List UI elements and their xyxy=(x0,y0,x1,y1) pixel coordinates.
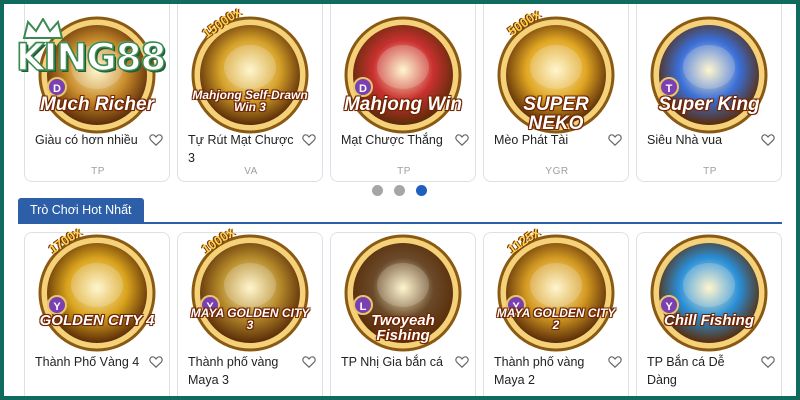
game-card[interactable]: 1000x Y MAYA GOLDEN CITY 3 Thành phố vàng M… xyxy=(177,224,323,396)
carousel-dot[interactable] xyxy=(372,185,383,196)
game-name[interactable]: Mạt Chược Thắng xyxy=(341,131,451,149)
game-thumbnail[interactable]: 1000x Y MAYA GOLDEN CITY 3 xyxy=(190,224,310,353)
favorite-heart-icon[interactable] xyxy=(761,355,775,369)
game-art-title: MAYA GOLDEN CITY 2 xyxy=(496,306,616,332)
game-card[interactable]: 5000x SUPER NEKO Mèo Phát Tài YGR xyxy=(483,4,629,182)
carousel-dot[interactable] xyxy=(416,185,427,196)
game-thumbnail[interactable]: 15000x Mahjong Self-Drawn Win 3 xyxy=(190,4,310,135)
game-art-title: Mahjong Win xyxy=(343,94,463,115)
section-tab-hot-games[interactable]: Trò Chơi Hot Nhất xyxy=(18,198,144,222)
game-thumbnail[interactable]: 1125x Y MAYA GOLDEN CITY 2 xyxy=(496,224,616,353)
game-thumbnail[interactable]: L Twoyeah Fishing xyxy=(343,233,463,353)
game-thumbnail[interactable]: 5000x SUPER NEKO xyxy=(496,6,616,135)
game-card[interactable]: T Super King Siêu Nhà vua TP xyxy=(636,4,782,182)
game-thumbnail[interactable]: Y Chill Fishing xyxy=(649,233,769,353)
game-art-title: Twoyeah Fishing xyxy=(371,312,435,344)
game-name[interactable]: Thành phố vàng Maya 3 xyxy=(188,353,298,389)
provider-label: TP xyxy=(397,166,411,177)
game-art-title: GOLDEN CITY 4 xyxy=(39,312,155,329)
favorite-heart-icon[interactable] xyxy=(761,133,775,147)
game-name[interactable]: Thành phố vàng Maya 2 xyxy=(494,353,604,389)
game-name[interactable]: Mèo Phát Tài xyxy=(494,131,604,149)
favorite-heart-icon[interactable] xyxy=(302,355,316,369)
game-name[interactable]: Siêu Nhà vua xyxy=(647,131,757,149)
favorite-heart-icon[interactable] xyxy=(608,355,622,369)
favorite-heart-icon[interactable] xyxy=(455,355,469,369)
game-thumbnail[interactable]: T Super King xyxy=(649,15,769,135)
game-art-title: Super King xyxy=(658,94,760,115)
game-card[interactable]: L Twoyeah Fishing TP Nhị Gia bắn cá xyxy=(330,232,476,396)
game-art-title: Chill Fishing xyxy=(664,312,754,329)
king88-logo[interactable]: KING88 xyxy=(15,18,198,80)
game-name[interactable]: TP Nhị Gia bắn cá xyxy=(341,353,451,371)
game-name[interactable]: Giàu có hơn nhiều xyxy=(35,131,145,149)
game-card[interactable]: 1700x Y GOLDEN CITY 4 Thành Phố Vàng 4 xyxy=(24,224,170,396)
game-thumbnail[interactable]: D Mahjong Win xyxy=(343,15,463,135)
game-card[interactable]: D Mahjong Win Mạt Chược Thắng TP xyxy=(330,4,476,182)
logo-text: KING88 xyxy=(15,35,167,80)
game-name[interactable]: Tự Rút Mạt Chược 3 xyxy=(188,131,298,167)
provider-badge-icon: L xyxy=(353,295,373,315)
game-lobby: KING88 D Much Richer Giàu có hơn nhiều TP 15… xyxy=(4,4,796,396)
provider-label: YGR xyxy=(545,166,569,177)
favorite-heart-icon[interactable] xyxy=(608,133,622,147)
favorite-heart-icon[interactable] xyxy=(149,355,163,369)
game-name[interactable]: TP Bắn cá Dễ Dàng xyxy=(647,353,757,389)
game-art-title: MAYA GOLDEN CITY 3 xyxy=(190,306,310,332)
provider-label: TP xyxy=(703,166,717,177)
game-thumbnail[interactable]: 1700x Y GOLDEN CITY 4 xyxy=(37,224,157,353)
game-card[interactable]: Y Chill Fishing TP Bắn cá Dễ Dàng xyxy=(636,232,782,396)
favorite-heart-icon[interactable] xyxy=(302,133,316,147)
favorite-heart-icon[interactable] xyxy=(455,133,469,147)
game-card[interactable]: 15000x Mahjong Self-Drawn Win 3 Tự Rút Mạt… xyxy=(177,4,323,182)
carousel-dot[interactable] xyxy=(394,185,405,196)
game-art-title: Much Richer xyxy=(39,94,155,115)
provider-label: TP xyxy=(91,166,105,177)
provider-label: VA xyxy=(244,166,258,177)
game-name[interactable]: Thành Phố Vàng 4 xyxy=(35,353,145,371)
section-header: Trò Chơi Hot Nhất xyxy=(18,198,782,224)
game-card[interactable]: 1125x Y MAYA GOLDEN CITY 2 Thành phố vàng M… xyxy=(483,224,629,396)
game-art-title: SUPER NEKO xyxy=(523,94,589,134)
game-art-title: Mahjong Self-Drawn Win 3 xyxy=(192,88,308,114)
favorite-heart-icon[interactable] xyxy=(149,133,163,147)
